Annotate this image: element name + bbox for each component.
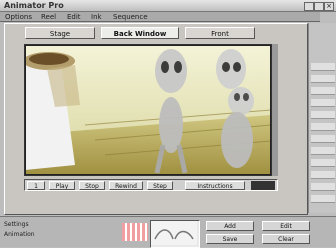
rewind-button[interactable]: Rewind: [109, 181, 143, 190]
tool-slot[interactable]: [311, 159, 335, 167]
tab-back-window[interactable]: Back Window: [101, 27, 179, 39]
stop-button[interactable]: Stop: [79, 181, 105, 190]
minimize-icon[interactable]: [304, 2, 314, 11]
tab-stage[interactable]: Stage: [25, 27, 95, 39]
title-bar: Animator Pro ×: [0, 0, 336, 12]
menu-options[interactable]: Options: [2, 12, 35, 22]
menu-bar: Options Reel Edit Ink Sequence: [0, 12, 320, 22]
preview-scrollbar[interactable]: [272, 44, 278, 176]
status-line-1: Settings: [4, 221, 29, 228]
frame-counter[interactable]: 1: [27, 181, 45, 190]
status-line-2: Animation: [4, 231, 35, 238]
progress-indicator: [251, 181, 275, 190]
window-title: Animator Pro: [4, 1, 64, 10]
scene-image: [25, 45, 271, 175]
maximize-icon[interactable]: [314, 2, 324, 11]
palette-meter: [122, 223, 148, 241]
save-button[interactable]: Save: [206, 234, 254, 244]
close-icon[interactable]: ×: [324, 2, 334, 11]
tool-slot[interactable]: [311, 123, 335, 131]
status-area: Settings Animation Add Edit Save Clear: [0, 216, 336, 248]
menu-sequence[interactable]: Sequence: [110, 12, 151, 22]
add-button[interactable]: Add: [206, 221, 254, 231]
tool-slot[interactable]: [311, 147, 335, 155]
tool-slot[interactable]: [311, 111, 335, 119]
thumbnail-preview[interactable]: [150, 220, 200, 248]
instructions-button[interactable]: Instructions: [185, 181, 245, 190]
thumbnail-image: [151, 221, 197, 245]
tool-slot[interactable]: [311, 183, 335, 191]
side-tools-panel: [308, 23, 336, 213]
transport-bar: 1 Play Stop Rewind Step Instructions: [24, 179, 278, 191]
tool-slot[interactable]: [311, 195, 335, 203]
step-button[interactable]: Step: [147, 181, 173, 190]
tool-slot[interactable]: [311, 135, 335, 143]
tool-slot[interactable]: [311, 75, 335, 83]
tool-slot[interactable]: [311, 63, 335, 71]
edit-button[interactable]: Edit: [262, 221, 310, 231]
tab-front[interactable]: Front: [185, 27, 255, 39]
tool-slot[interactable]: [311, 171, 335, 179]
clear-button[interactable]: Clear: [262, 234, 310, 244]
tool-slot[interactable]: [311, 87, 335, 95]
menu-reel[interactable]: Reel: [38, 12, 59, 22]
tool-slot[interactable]: [311, 99, 335, 107]
menu-ink[interactable]: Ink: [88, 12, 105, 22]
play-button[interactable]: Play: [49, 181, 75, 190]
menu-edit[interactable]: Edit: [64, 12, 84, 22]
animation-preview[interactable]: [24, 44, 272, 176]
